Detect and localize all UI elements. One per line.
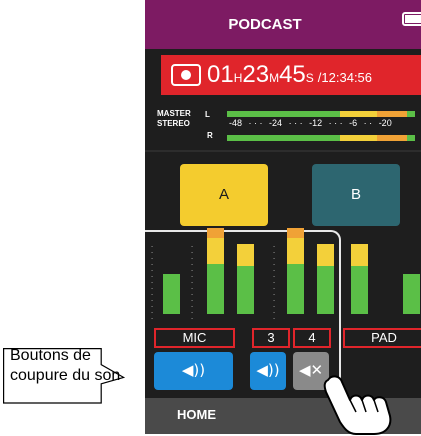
seconds-value: 45 [279, 61, 306, 88]
meter-scale: -48 · · · -24 · · · -12 · · · -6 · · -20 [229, 118, 392, 128]
channel-label-mic[interactable]: MIC [154, 328, 235, 348]
master-right-meter [227, 135, 415, 141]
home-button[interactable]: HOME [177, 407, 216, 422]
record-time-panel[interactable]: 01H23M45S/12:34:56 [161, 55, 421, 95]
remaining-time: /12:34:56 [317, 70, 373, 85]
battery-full-icon [402, 12, 421, 26]
scale-tick: -24 [269, 118, 283, 128]
channel-label-pad[interactable]: PAD [343, 328, 421, 348]
callout-text: Boutons de coupure du son [10, 347, 121, 384]
minutes-value: 23 [242, 61, 270, 88]
scale-tick: -20 [378, 118, 392, 128]
title-bar: PODCAST [145, 0, 421, 49]
meter-ticks: ------------- [151, 243, 153, 322]
channel-meter [351, 244, 368, 314]
mic-mute-button[interactable]: ◀)) [154, 352, 233, 390]
scale-tick: -6 [349, 118, 358, 128]
meter-orange-seg [377, 135, 408, 141]
project-title: PODCAST [228, 16, 302, 33]
elapsed-time: 01H23M45S/12:34:56 [207, 61, 372, 89]
master-left-meter [227, 111, 415, 117]
divider [145, 150, 421, 152]
meter-ticks: ------------- [191, 243, 193, 322]
meter-yellow-seg [339, 135, 378, 141]
speaker-on-icon: ◀)) [181, 361, 206, 379]
meter-ticks: ------------- [273, 243, 275, 322]
master-label-line1: MASTER [157, 109, 191, 118]
channel-label-4[interactable]: 4 [293, 328, 331, 348]
pad-a-button[interactable]: A [180, 164, 268, 226]
seconds-unit: S [305, 71, 314, 85]
channel-meter [287, 228, 304, 314]
pointing-hand-icon [323, 375, 392, 435]
right-channel-label: R [207, 131, 213, 140]
meter-yellow-seg [339, 111, 378, 117]
minutes-unit: M [269, 71, 280, 85]
speaker-on-icon: ◀)) [256, 361, 280, 379]
hours-value: 01 [207, 61, 234, 88]
channel-meter [403, 274, 420, 314]
left-channel-label: L [205, 110, 210, 119]
scale-tick: -48 [229, 118, 243, 128]
channel-3-mute-button[interactable]: ◀)) [250, 352, 286, 390]
channel-meter [317, 244, 334, 314]
record-icon [171, 64, 201, 86]
scale-tick: -12 [309, 118, 323, 128]
channel-meter [237, 244, 254, 314]
channel-meter [163, 274, 180, 314]
master-stereo-label: MASTER STEREO [157, 109, 191, 129]
channel-meter [207, 228, 224, 314]
channel-label-3[interactable]: 3 [252, 328, 290, 348]
pad-b-button[interactable]: B [312, 164, 400, 226]
master-label-line2: STEREO [157, 119, 190, 128]
meter-orange-seg [377, 111, 408, 117]
